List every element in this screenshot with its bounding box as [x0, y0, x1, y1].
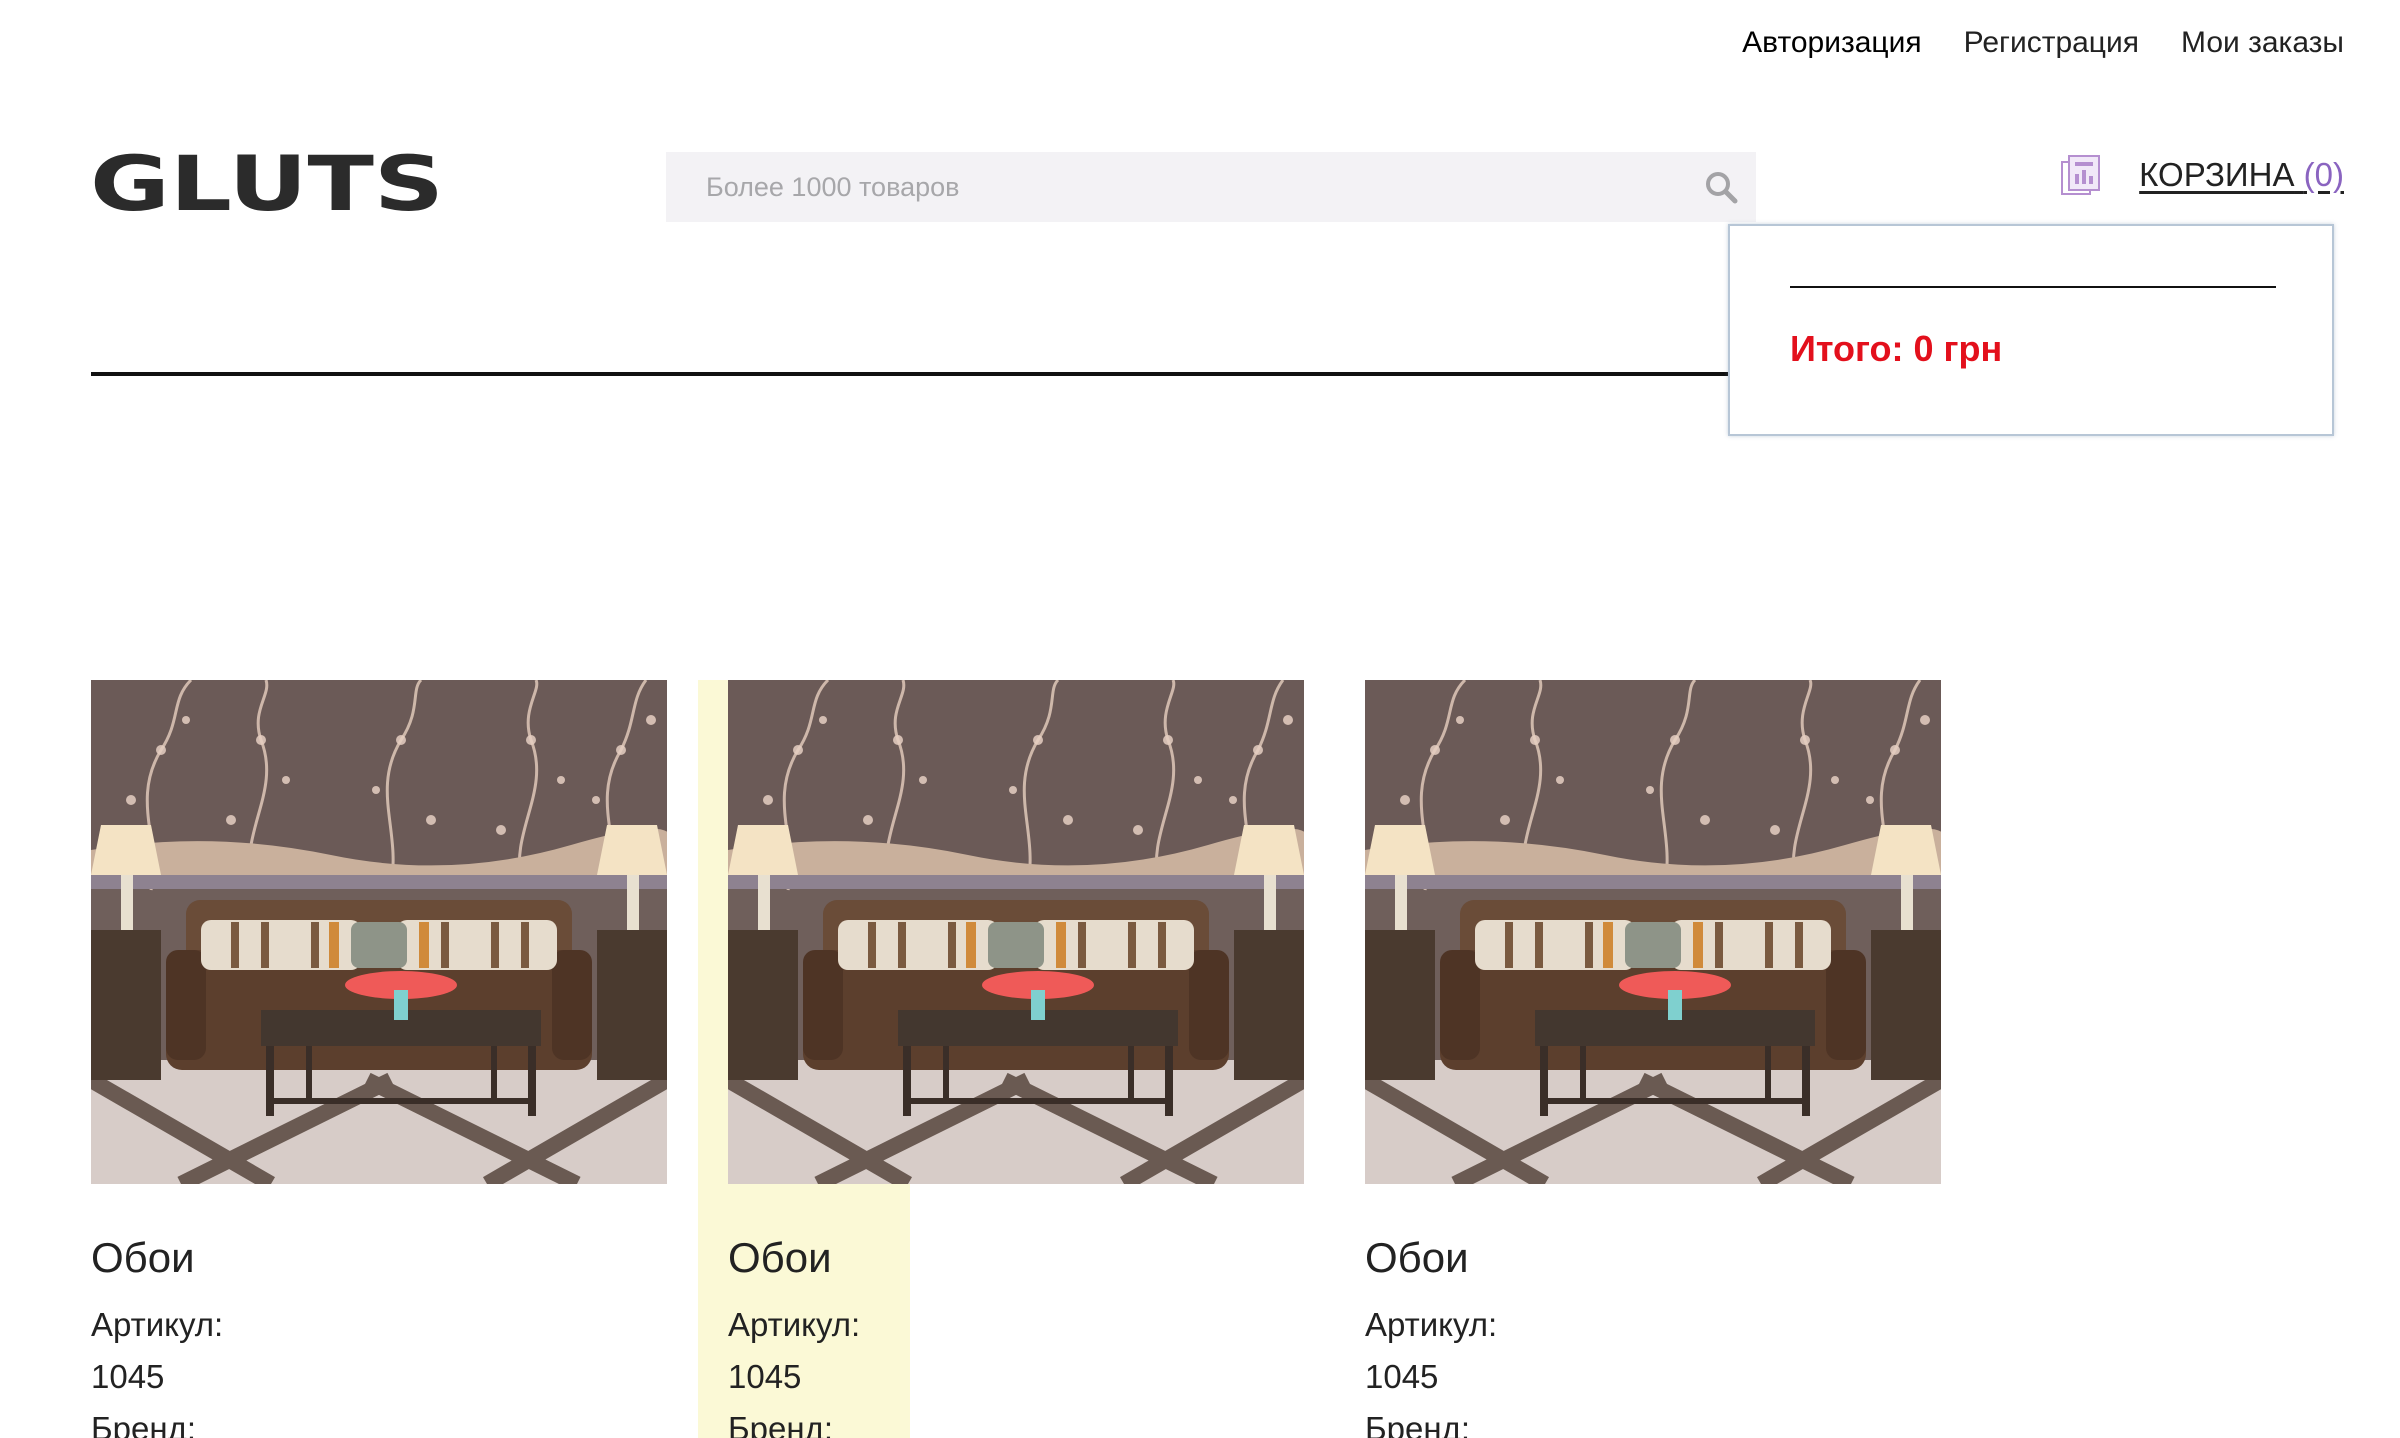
cart-popup-divider [1790, 286, 2276, 288]
search-button[interactable] [1686, 152, 1756, 222]
product-name[interactable]: Обои [1365, 1234, 1469, 1282]
product-card[interactable]: Обои Артикул: 1045 Бренд: [1365, 680, 1941, 1438]
product-card[interactable]: Обои Артикул: 1045 Бренд: [91, 680, 667, 1438]
article-label: Артикул: [91, 1306, 224, 1343]
product-card[interactable]: Обои Артикул: 1045 Бренд: [728, 680, 1304, 1438]
cart-total: Итого: 0 грн [1790, 328, 2003, 369]
article-label: Артикул: [1365, 1306, 1498, 1343]
article-value: 1045 [728, 1358, 802, 1395]
brand-label: Бренд: [91, 1410, 197, 1438]
cart[interactable]: КОРЗИНА (0) [2059, 152, 2344, 198]
cart-count: (0) [2303, 156, 2344, 193]
top-nav: Авторизация Регистрация Мои заказы [1742, 26, 2344, 60]
cart-icon [2061, 155, 2101, 195]
search-input[interactable] [666, 151, 1686, 223]
header-divider [91, 372, 1731, 376]
product-image[interactable] [91, 680, 667, 1184]
page: Авторизация Регистрация Мои заказы GLUTS… [0, 0, 2400, 1438]
search-bar [666, 151, 1756, 223]
my-orders-link[interactable]: Мои заказы [2181, 26, 2344, 60]
register-link[interactable]: Регистрация [1964, 26, 2139, 60]
product-name[interactable]: Обои [728, 1234, 832, 1282]
cart-popup: Итого: 0 грн [1728, 224, 2334, 436]
logo-text: GLUTS [90, 146, 444, 218]
article-value: 1045 [91, 1358, 165, 1395]
brand-label: Бренд: [728, 1410, 834, 1438]
cart-link[interactable]: КОРЗИНА (0) [2139, 156, 2344, 194]
article-value: 1045 [1365, 1358, 1439, 1395]
logo[interactable]: GLUTS [90, 146, 444, 218]
cart-label: КОРЗИНА [2139, 156, 2295, 193]
product-name[interactable]: Обои [91, 1234, 195, 1282]
brand-label: Бренд: [1365, 1410, 1471, 1438]
article-label: Артикул: [728, 1306, 861, 1343]
product-image[interactable] [1365, 680, 1941, 1184]
product-image[interactable] [728, 680, 1304, 1184]
search-icon [1706, 172, 1738, 204]
login-link[interactable]: Авторизация [1742, 26, 1921, 60]
